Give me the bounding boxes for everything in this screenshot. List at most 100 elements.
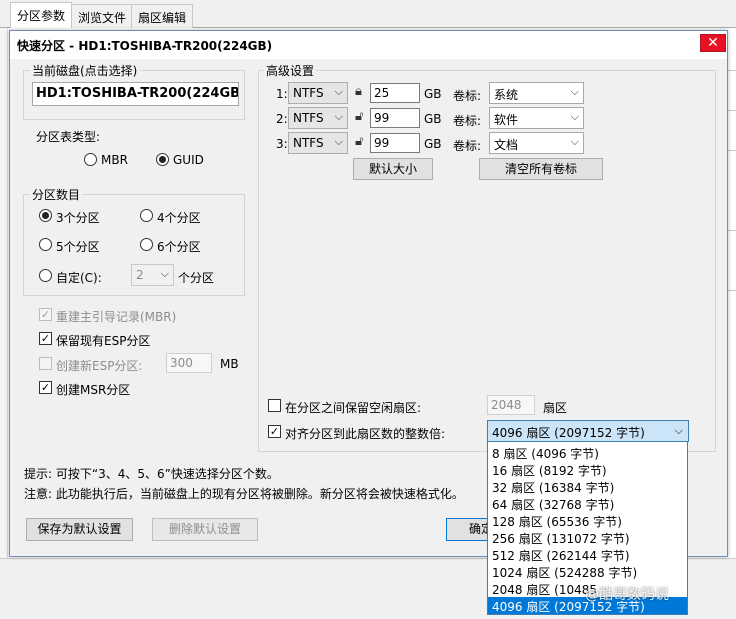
partition-1-fs-select[interactable]: NTFS ⌵ — [288, 82, 348, 104]
align-sector-select[interactable]: 4096 扇区 (2097152 字节) ⌵ — [487, 420, 689, 442]
partition-3-volume-select[interactable]: 文档 ⌵ — [489, 132, 584, 154]
chevron-down-icon: ⌵ — [674, 424, 683, 437]
partition-3-volume-label: 卷标: — [453, 139, 482, 153]
clear-all-labels-button[interactable]: 清空所有卷标 — [479, 158, 603, 180]
checkbox-create-msr[interactable]: ✓ — [39, 381, 52, 394]
reserve-sectors-unit: 扇区 — [543, 401, 568, 415]
radio-5-partitions-label[interactable]: 5个分区 — [56, 238, 100, 255]
checkbox-reserve-free-sectors[interactable] — [268, 399, 281, 412]
partition-2-size-input[interactable]: 99 — [370, 108, 420, 128]
chevron-down-icon: ⌵ — [334, 110, 343, 123]
checkbox-rebuild-mbr[interactable]: ✓ — [39, 308, 52, 321]
partition-1-volume-label: 卷标: — [453, 89, 482, 103]
keep-esp-label: 保留现有ESP分区 — [56, 334, 151, 348]
background-left-strip — [0, 28, 8, 619]
partition-1-fs-value: NTFS — [293, 86, 324, 100]
advanced-settings-label: 高级设置 — [264, 62, 317, 79]
reserve-free-sectors-label: 在分区之间保留空闲扇区: — [285, 401, 422, 415]
create-msr-label: 创建MSR分区 — [56, 383, 131, 397]
checkbox-create-esp[interactable] — [39, 357, 52, 370]
partition-3-fs-select[interactable]: NTFS ⌵ — [288, 132, 348, 154]
radio-custom-partitions[interactable] — [39, 269, 52, 282]
checkbox-keep-esp[interactable]: ✓ — [39, 332, 52, 345]
tab-browse-files[interactable]: 浏览文件 — [71, 4, 134, 28]
radio-4-partitions-label[interactable]: 4个分区 — [157, 209, 201, 226]
reserve-sectors-input[interactable]: 2048 — [487, 395, 535, 415]
create-esp-label: 创建新ESP分区: — [56, 359, 143, 373]
partition-2-volume-value: 软件 — [494, 113, 519, 127]
tab-sector-edit[interactable]: 扇区编辑 — [131, 4, 194, 28]
align-option[interactable]: 1024 扇区 (524288 字节) — [488, 563, 687, 580]
partition-2-volume-label: 卷标: — [453, 114, 482, 128]
partition-1-index: 1: — [276, 87, 288, 101]
tab-partition-params[interactable]: 分区参数 — [10, 2, 73, 29]
radio-mbr-label[interactable]: MBR — [101, 153, 128, 167]
esp-size-unit: MB — [220, 357, 239, 371]
disk-selector-more: · — [230, 86, 235, 101]
partition-2-fs-select[interactable]: NTFS ⌵ — [288, 107, 348, 129]
radio-custom-label[interactable]: 自定(C): — [56, 269, 102, 286]
custom-count-select[interactable]: 2 ⌵ — [131, 264, 174, 286]
radio-guid[interactable] — [156, 153, 169, 166]
align-option[interactable]: 128 扇区 (65536 字节) — [488, 512, 687, 529]
partition-2-unit: GB — [424, 112, 442, 126]
align-option[interactable]: 256 扇区 (131072 字节) — [488, 529, 687, 546]
hint-tip: 提示: 可按下“3、4、5、6”快速选择分区个数。 — [24, 467, 279, 481]
chevron-down-icon: ⌵ — [570, 110, 579, 123]
partition-3-fs-value: NTFS — [293, 136, 324, 150]
align-option[interactable]: 32 扇区 (16384 字节) — [488, 478, 687, 495]
rebuild-mbr-label: 重建主引导记录(MBR) — [56, 310, 177, 324]
watermark: @酷哥数码说 — [585, 587, 669, 603]
radio-3-partitions[interactable] — [39, 209, 52, 222]
radio-mbr[interactable] — [84, 153, 97, 166]
radio-6-partitions[interactable] — [140, 238, 153, 251]
partition-2-volume-select[interactable]: 软件 ⌵ — [489, 107, 584, 129]
chevron-down-icon: ⌵ — [334, 85, 343, 98]
radio-6-partitions-label[interactable]: 6个分区 — [157, 238, 201, 255]
partition-3-volume-value: 文档 — [494, 138, 519, 152]
custom-count-value: 2 — [136, 268, 144, 282]
hint-note: 注意: 此功能执行后，当前磁盘上的现有分区将被删除。新分区将会被快速格式化。 — [24, 487, 464, 501]
partition-3-size-input[interactable]: 99 — [370, 133, 420, 153]
disk-selector[interactable]: HD1:TOSHIBA-TR200(224GB) · — [32, 82, 239, 106]
chevron-down-icon: ⌵ — [334, 135, 343, 148]
partition-3-unit: GB — [424, 137, 442, 151]
chevron-down-icon: ⌵ — [570, 85, 579, 98]
background-tab-bar: 分区参数 浏览文件 扇区编辑 — [0, 0, 736, 29]
partition-1-size-input[interactable]: 25 — [370, 83, 420, 103]
align-option[interactable]: 64 扇区 (32768 字节) — [488, 495, 687, 512]
partition-table-type-label: 分区表类型: — [36, 130, 101, 144]
radio-guid-label[interactable]: GUID — [173, 153, 204, 167]
unlock-icon[interactable]: 🔓︎ — [355, 109, 363, 124]
radio-5-partitions[interactable] — [39, 238, 52, 251]
current-disk-label: 当前磁盘(点击选择) — [30, 62, 140, 79]
partition-1-volume-select[interactable]: 系统 ⌵ — [489, 82, 584, 104]
disk-selector-value: HD1:TOSHIBA-TR200(224GB) — [36, 86, 239, 101]
partition-2-fs-value: NTFS — [293, 111, 324, 125]
align-sector-value: 4096 扇区 (2097152 字节) — [492, 426, 645, 440]
radio-4-partitions[interactable] — [140, 209, 153, 222]
close-button[interactable]: ✕ — [700, 34, 726, 52]
lock-icon[interactable]: 🔒︎ — [355, 84, 362, 99]
delete-default-button[interactable]: 删除默认设置 — [152, 518, 258, 541]
partition-2-index: 2: — [276, 112, 288, 126]
save-default-button[interactable]: 保存为默认设置 — [26, 518, 133, 541]
partition-3-index: 3: — [276, 137, 288, 151]
chevron-down-icon: ⌵ — [160, 267, 169, 280]
align-option[interactable]: 512 扇区 (262144 字节) — [488, 546, 687, 563]
unlock-icon[interactable]: 🔓︎ — [355, 134, 363, 149]
align-partitions-label: 对齐分区到此扇区数的整数倍: — [285, 427, 446, 441]
partition-1-unit: GB — [424, 87, 442, 101]
dialog-titlebar: 快速分区 - HD1:TOSHIBA-TR200(224GB) ✕ — [10, 31, 727, 59]
align-option[interactable]: 8 扇区 (4096 字节) — [488, 444, 687, 461]
radio-3-partitions-label[interactable]: 3个分区 — [56, 209, 100, 226]
partition-count-label: 分区数目 — [30, 186, 83, 203]
chevron-down-icon: ⌵ — [570, 135, 579, 148]
esp-size-input[interactable]: 300 — [166, 353, 212, 373]
dialog-title: 快速分区 - HD1:TOSHIBA-TR200(224GB) — [17, 39, 273, 53]
checkbox-align-partitions[interactable]: ✓ — [268, 425, 281, 438]
partition-1-volume-value: 系统 — [494, 88, 519, 102]
default-size-button[interactable]: 默认大小 — [353, 158, 433, 180]
custom-count-suffix: 个分区 — [178, 271, 215, 285]
align-option[interactable]: 16 扇区 (8192 字节) — [488, 461, 687, 478]
